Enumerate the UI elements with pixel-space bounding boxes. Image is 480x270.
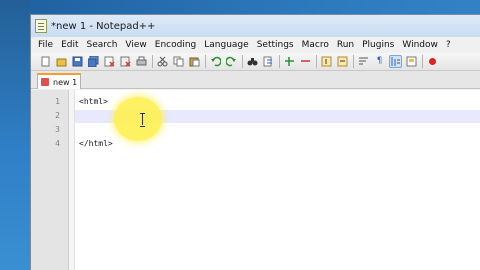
close-icon[interactable]	[103, 55, 116, 68]
redo-icon[interactable]	[225, 55, 238, 68]
menu-search[interactable]: Search	[83, 37, 122, 53]
menu-macro[interactable]: Macro	[298, 37, 333, 53]
unsaved-file-icon	[41, 78, 49, 86]
menu-language[interactable]: Language	[200, 37, 252, 53]
menu-encoding[interactable]: Encoding	[151, 37, 200, 53]
open-file-icon[interactable]	[55, 55, 68, 68]
sync-vertical-icon[interactable]	[320, 55, 333, 68]
toolbar-separator	[279, 55, 280, 68]
line-number-gutter: 1 2 3 4	[31, 90, 69, 270]
toolbar-separator	[205, 55, 206, 68]
ibeam-cursor-icon	[140, 113, 145, 127]
sync-horizontal-icon[interactable]	[336, 55, 349, 68]
cursor-highlight	[114, 97, 162, 141]
toolbar-separator	[422, 55, 423, 68]
title-bar[interactable]: *new 1 - Notepad++	[31, 15, 480, 37]
menu-window[interactable]: Window	[398, 37, 442, 53]
menu-bar: File Edit Search View Encoding Language …	[31, 37, 480, 53]
tab-new-1[interactable]: new 1	[37, 73, 81, 89]
tab-label: new 1	[53, 77, 78, 87]
menu-help[interactable]: ?	[442, 37, 455, 53]
menu-settings[interactable]: Settings	[253, 37, 298, 53]
word-wrap-icon[interactable]	[357, 55, 370, 68]
notepad-app-icon[interactable]	[35, 19, 47, 33]
paste-icon[interactable]	[188, 55, 201, 68]
close-all-icon[interactable]	[119, 55, 132, 68]
line-number: 1	[55, 97, 60, 106]
replace-icon[interactable]	[262, 55, 275, 68]
menu-run[interactable]: Run	[333, 37, 358, 53]
tab-bar: new 1	[31, 71, 480, 89]
menu-view[interactable]: View	[121, 37, 150, 53]
zoom-in-icon[interactable]	[283, 55, 296, 68]
indent-guide-icon[interactable]	[389, 55, 402, 68]
show-all-chars-icon[interactable]: ¶	[373, 55, 386, 68]
zoom-out-icon[interactable]	[299, 55, 312, 68]
toolbar: ¶	[31, 53, 480, 71]
notepad-window: *new 1 - Notepad++ File Edit Search View…	[30, 14, 480, 270]
menu-plugins[interactable]: Plugins	[358, 37, 398, 53]
window-title: *new 1 - Notepad++	[51, 20, 156, 32]
toolbar-separator	[152, 55, 153, 68]
cut-icon[interactable]	[156, 55, 169, 68]
print-icon[interactable]	[135, 55, 148, 68]
undo-icon[interactable]	[209, 55, 222, 68]
line-number: 2	[55, 111, 60, 120]
menu-file[interactable]: File	[34, 37, 57, 53]
desktop-background	[0, 0, 30, 270]
menu-edit[interactable]: Edit	[57, 37, 82, 53]
copy-icon[interactable]	[172, 55, 185, 68]
code-line[interactable]: <html>	[79, 97, 108, 106]
code-line[interactable]: </html>	[79, 139, 113, 148]
line-number: 3	[55, 125, 60, 134]
record-macro-icon[interactable]	[426, 55, 439, 68]
save-icon[interactable]	[71, 55, 84, 68]
toolbar-separator	[316, 55, 317, 68]
editor-pane[interactable]: 1 2 3 4 <html> </html>	[31, 90, 480, 270]
line-number: 4	[55, 139, 60, 148]
save-all-icon[interactable]	[87, 55, 100, 68]
toolbar-separator	[353, 55, 354, 68]
document-map-icon[interactable]	[405, 55, 418, 68]
toolbar-separator	[242, 55, 243, 68]
find-icon[interactable]	[246, 55, 259, 68]
new-file-icon[interactable]	[39, 55, 52, 68]
